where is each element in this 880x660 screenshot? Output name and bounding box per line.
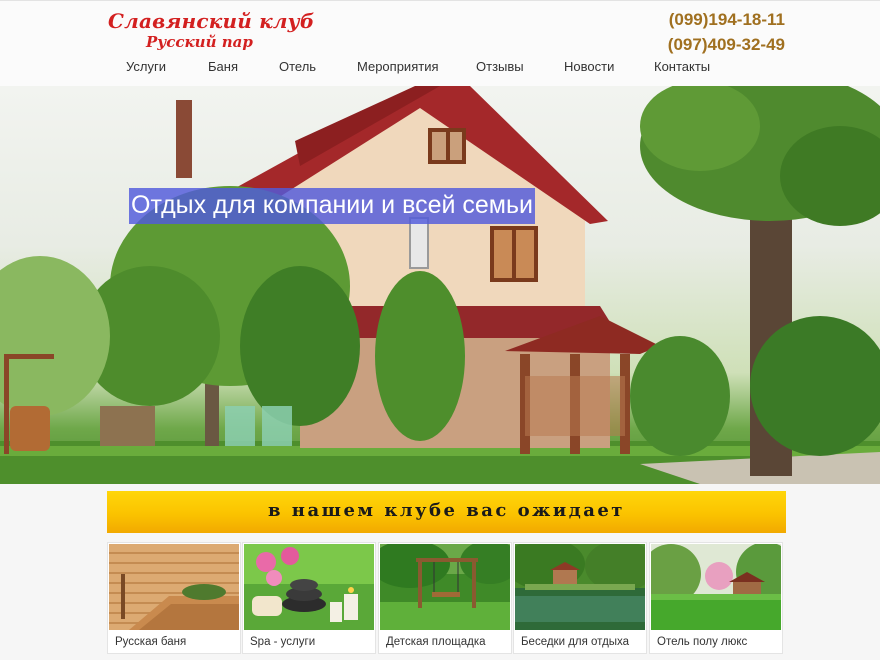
services-cards: Русская баня Spa - услуги Детская площад… xyxy=(107,542,786,654)
nav-item-contacts[interactable]: Контакты xyxy=(654,59,710,74)
russian-bath-image xyxy=(109,544,239,630)
nav-item-services[interactable]: Услуги xyxy=(126,59,166,74)
playground-image xyxy=(380,544,510,630)
card-russian-bath[interactable]: Русская баня xyxy=(107,542,241,654)
phone-number-1[interactable]: (099)194-18-11 xyxy=(669,10,785,30)
site-header: Славянский клуб Русский пар (099)194-18-… xyxy=(0,0,880,86)
main-nav: Услуги Баня Отель Мероприятия Отзывы Нов… xyxy=(0,59,880,81)
card-hotel[interactable]: Отель полу люкс xyxy=(649,542,783,654)
logo-subtitle: Русский пар xyxy=(146,33,253,51)
logo-title: Славянский клуб xyxy=(108,9,315,33)
card-playground[interactable]: Детская площадка xyxy=(378,542,512,654)
nav-item-hotel[interactable]: Отель xyxy=(279,59,316,74)
spa-image xyxy=(244,544,374,630)
card-label: Отель полу люкс xyxy=(657,636,748,648)
nav-item-bath[interactable]: Баня xyxy=(208,59,238,74)
nav-item-reviews[interactable]: Отзывы xyxy=(476,59,524,74)
card-label: Русская баня xyxy=(115,636,187,648)
phone-number-2[interactable]: (097)409-32-49 xyxy=(668,35,785,55)
gazebos-image xyxy=(515,544,645,630)
site-logo[interactable]: Славянский клуб Русский пар xyxy=(108,9,314,53)
card-gazebos[interactable]: Беседки для отдыха xyxy=(513,542,647,654)
hero-photo xyxy=(0,86,880,484)
hero-slider[interactable]: Отдых для компании и всей семьи xyxy=(0,86,880,484)
hotel-image xyxy=(651,544,781,630)
hero-caption: Отдых для компании и всей семьи xyxy=(129,188,535,224)
card-label: Беседки для отдыха xyxy=(521,636,630,648)
card-spa-services[interactable]: Spa - услуги xyxy=(242,542,376,654)
card-label: Spa - услуги xyxy=(250,636,316,648)
card-label: Детская площадка xyxy=(386,636,486,648)
nav-item-events[interactable]: Мероприятия xyxy=(357,59,439,74)
nav-item-news[interactable]: Новости xyxy=(564,59,614,74)
club-offers-banner: в нашем клубе вас ожидает xyxy=(107,491,786,533)
banner-title: в нашем клубе вас ожидает xyxy=(268,500,625,521)
